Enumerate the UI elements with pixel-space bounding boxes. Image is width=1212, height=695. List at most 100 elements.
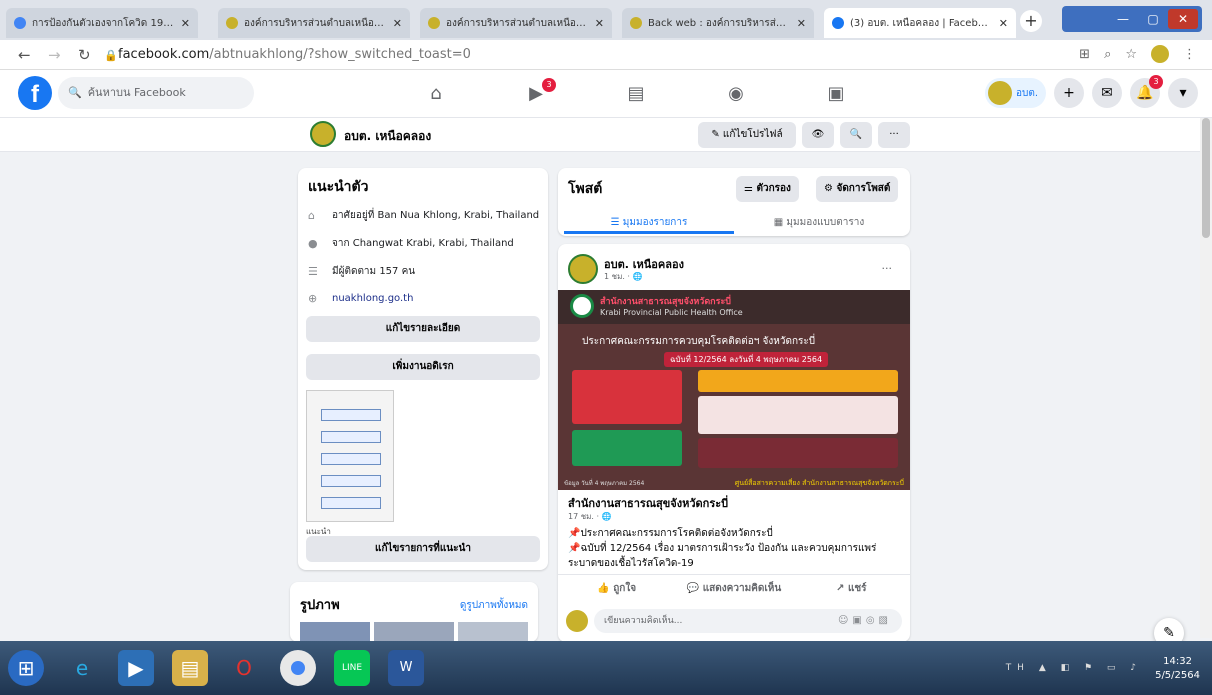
close-tab-icon[interactable]: ✕: [393, 17, 402, 30]
tab-title: (3) อบต. เหนือคลอง | Facebook: [850, 17, 993, 29]
edit-details-button[interactable]: แก้ไขรายละเอียด: [306, 316, 540, 342]
post-author-avatar[interactable]: [568, 254, 598, 284]
page-title[interactable]: อบต. เหนือคลอง: [344, 127, 431, 146]
edit-profile-button[interactable]: ✎ แก้ไขโปรไฟล์: [698, 122, 796, 148]
language-indicator[interactable]: TH: [1006, 663, 1030, 673]
more-options-icon[interactable]: ···: [878, 122, 910, 148]
like-button[interactable]: 👍 ถูกใจ: [558, 575, 675, 602]
messenger-icon[interactable]: ✉: [1092, 78, 1122, 108]
media-player-icon[interactable]: ▶: [118, 650, 154, 686]
edit-profile-label: แก้ไขโปรไฟล์: [722, 129, 783, 140]
comment-attachment-icons[interactable]: ☺▣◎▧: [838, 609, 892, 633]
system-tray[interactable]: TH ▲ ◧ ⚑ ▭ ♪: [1006, 663, 1142, 673]
taskbar-clock[interactable]: 14:32 5/5/2564: [1155, 655, 1200, 683]
groups-icon[interactable]: ◉: [686, 78, 786, 110]
file-explorer-icon[interactable]: ▤: [172, 650, 208, 686]
watch-icon[interactable]: ▶ 3: [486, 78, 586, 110]
browser-tab-2[interactable]: องค์การบริหารส่วนตำบลเหนือคลอง ✕: [218, 8, 410, 38]
create-plus-icon[interactable]: +: [1054, 78, 1084, 108]
view-as-eye-icon[interactable]: 👁: [802, 122, 834, 148]
facebook-logo-icon[interactable]: f: [18, 76, 52, 110]
share-button[interactable]: ↗ แชร์: [793, 575, 910, 602]
notification-badge: 3: [1149, 75, 1163, 89]
poster-date: ข้อมูล วันที่ 4 พฤษภาคม 2564: [564, 480, 645, 487]
bookmark-star-icon[interactable]: ☆: [1125, 47, 1137, 62]
close-tab-icon[interactable]: ✕: [999, 17, 1008, 30]
facebook-search-input[interactable]: 🔍 ค้นหาบน Facebook: [58, 77, 254, 109]
website-link[interactable]: nuakhlong.go.th: [332, 293, 413, 304]
edit-featured-button[interactable]: แก้ไขรายการที่แนะนำ: [306, 536, 540, 562]
manage-posts-button[interactable]: ⚙ จัดการโพสต์: [816, 176, 899, 202]
close-tab-icon[interactable]: ✕: [181, 17, 190, 30]
photos-heading: รูปภาพ: [300, 598, 340, 613]
browser-tab-5-active[interactable]: (3) อบต. เหนือคลอง | Facebook ✕: [824, 8, 1016, 38]
comment-button[interactable]: 💬 แสดงความคิดเห็น: [675, 575, 792, 602]
browser-tab-3[interactable]: องค์การบริหารส่วนตำบลเหนือคลอง ✕: [420, 8, 612, 38]
marketplace-icon[interactable]: ▤: [586, 78, 686, 110]
page-search-icon[interactable]: 🔍: [840, 122, 872, 148]
search-placeholder: ค้นหาบน Facebook: [87, 86, 186, 99]
page-avatar[interactable]: [310, 121, 336, 147]
close-tab-icon[interactable]: ✕: [797, 17, 806, 30]
post-image-poster[interactable]: สำนักงานสาธารณสุขจังหวัดกระบี่ Krabi Pro…: [558, 290, 910, 490]
maximize-icon[interactable]: ▢: [1138, 12, 1168, 26]
reload-icon[interactable]: ↻: [78, 46, 91, 64]
scrollbar-thumb[interactable]: [1202, 118, 1210, 238]
close-tab-icon[interactable]: ✕: [595, 17, 604, 30]
tab-title: การป้องกันตัวเองจากโควิด 19 - Go: [32, 17, 175, 29]
shared-source-time[interactable]: 17 ชม. · 🌐: [568, 510, 612, 523]
poster-pink-box: [698, 396, 898, 434]
watch-badge: 3: [542, 78, 556, 92]
chrome-icon[interactable]: [280, 650, 316, 686]
line-icon[interactable]: LINE: [334, 650, 370, 686]
posts-header-card: โพสต์ ⚌ ตัวกรอง ⚙ จัดการโพสต์ ☰ มุมมองรา…: [558, 168, 910, 236]
followers-text: มีผู้ติดตาม 157 คน: [332, 266, 416, 277]
post-timestamp[interactable]: 1 ชม. · 🌐: [604, 270, 642, 283]
tab-title: Back web : องค์การบริหารส่วนตำ: [648, 17, 791, 29]
photo-thumbnail[interactable]: [300, 622, 370, 642]
forward-arrow-icon[interactable]: →: [48, 46, 61, 64]
gaming-icon[interactable]: ▣: [786, 78, 886, 110]
share-label: แชร์: [847, 583, 867, 594]
filter-button[interactable]: ⚌ ตัวกรอง: [736, 176, 799, 202]
opera-icon[interactable]: O: [226, 650, 262, 686]
browser-tab-4[interactable]: Back web : องค์การบริหารส่วนตำ ✕: [622, 8, 814, 38]
browser-tab-1[interactable]: การป้องกันตัวเองจากโควิด 19 - Go ✕: [6, 8, 198, 38]
home-icon[interactable]: ⌂: [386, 78, 486, 110]
see-all-photos-link[interactable]: ดูรูปภาพทั้งหมด: [460, 598, 528, 613]
intro-website[interactable]: ⊕ nuakhlong.go.th: [308, 292, 413, 305]
post-card: อบต. เหนือคลอง 1 ชม. · 🌐 ··· สำนักงานสาธ…: [558, 244, 910, 642]
back-arrow-icon[interactable]: ←: [18, 46, 31, 64]
post-more-icon[interactable]: ···: [882, 262, 893, 275]
facebook-top-nav: f 🔍 ค้นหาบน Facebook ⌂ ▶ 3 ▤ ◉ ▣ อบต. + ✉ …: [0, 70, 1212, 118]
featured-thumbnail[interactable]: [306, 390, 394, 522]
browser-menu-icon[interactable]: ⋮: [1183, 47, 1196, 62]
extension-avatar-icon[interactable]: [1151, 45, 1169, 63]
account-profile-pill[interactable]: อบต.: [984, 78, 1046, 108]
page-scrollbar[interactable]: [1200, 118, 1212, 638]
tab-title: องค์การบริหารส่วนตำบลเหนือคลอง: [244, 17, 387, 29]
start-button-icon[interactable]: ⊞: [8, 650, 44, 686]
word-icon[interactable]: W: [388, 650, 424, 686]
grid-view-tab[interactable]: ▦ มุมมองแบบตาราง: [734, 212, 904, 234]
photo-thumbnail[interactable]: [374, 622, 454, 642]
account-menu-chevron-icon[interactable]: ▾: [1168, 78, 1198, 108]
lock-icon[interactable]: 🔒: [104, 49, 118, 62]
posts-heading: โพสต์: [568, 181, 603, 197]
comment-input[interactable]: เขียนความคิดเห็น... ☺▣◎▧: [594, 609, 902, 633]
facebook-favicon-icon: [832, 17, 844, 29]
close-window-icon[interactable]: ✕: [1168, 9, 1198, 29]
internet-explorer-icon[interactable]: e: [64, 650, 100, 686]
clock-time: 14:32: [1163, 656, 1192, 667]
manage-posts-label: จัดการโพสต์: [836, 183, 891, 194]
translate-icon[interactable]: ⊞: [1079, 47, 1090, 62]
photo-thumbnail[interactable]: [458, 622, 528, 642]
minimize-icon[interactable]: —: [1108, 12, 1138, 26]
notifications-bell-icon[interactable]: 🔔 3: [1130, 75, 1163, 108]
add-hobbies-button[interactable]: เพิ่มงานอดิเรก: [306, 354, 540, 380]
flowchart-box: [321, 497, 381, 509]
list-view-tab[interactable]: ☰ มุมมองรายการ: [564, 212, 734, 234]
new-tab-button[interactable]: +: [1020, 10, 1042, 32]
zoom-icon[interactable]: ⌕: [1104, 47, 1111, 62]
url-field[interactable]: facebook.com/abtnuakhlong/?show_switched…: [118, 47, 471, 62]
